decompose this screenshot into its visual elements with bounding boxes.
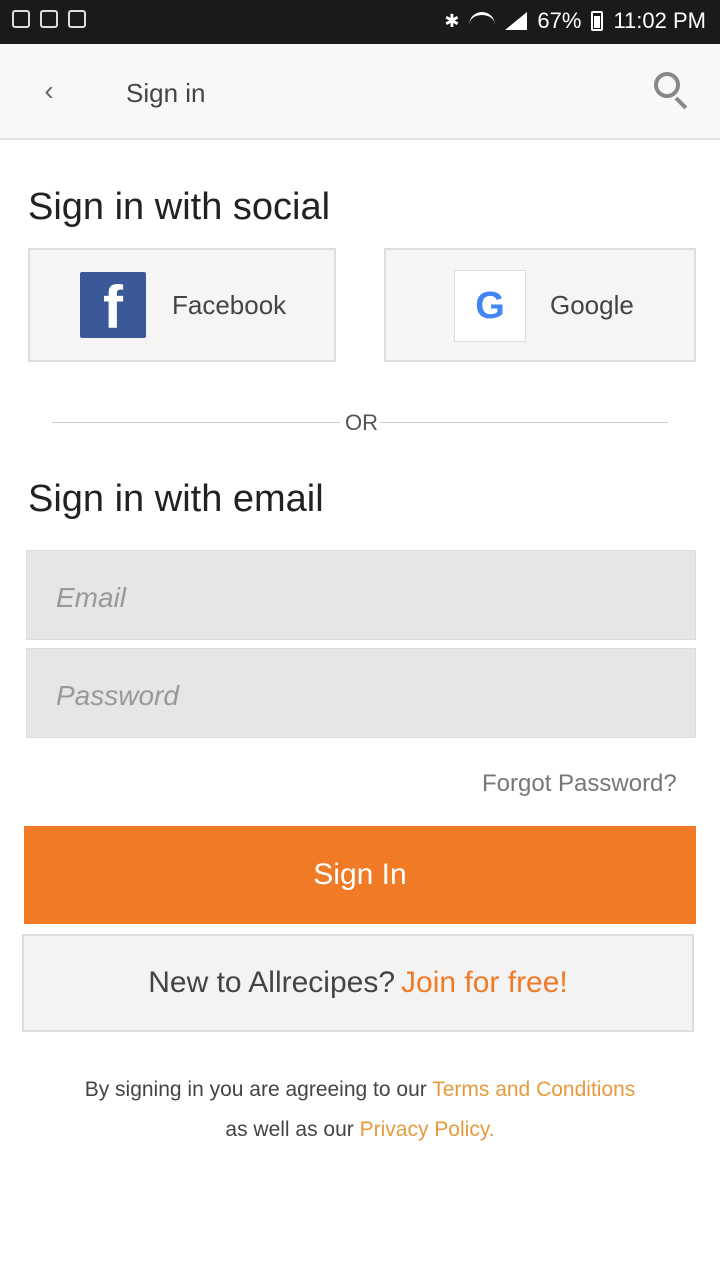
signal-icon xyxy=(505,12,528,30)
join-link[interactable]: Join for free! xyxy=(401,966,568,1000)
notification-icons xyxy=(12,10,86,28)
sign-in-label: Sign In xyxy=(313,858,407,891)
terms-prefix: By signing in you are agreeing to our xyxy=(84,1078,433,1101)
divider-line-left xyxy=(52,422,340,423)
back-icon[interactable]: ‹ xyxy=(36,74,62,108)
forgot-password-link[interactable]: Forgot Password? xyxy=(482,770,677,798)
google-button[interactable] xyxy=(384,248,696,362)
notification-icon xyxy=(40,10,58,28)
terms-middle: as well as our xyxy=(225,1118,360,1141)
battery-icon xyxy=(591,11,604,31)
search-icon[interactable] xyxy=(652,70,692,110)
password-placeholder: Password xyxy=(56,680,179,711)
clock: 11:02 PM xyxy=(613,8,706,33)
privacy-link[interactable]: Privacy Policy. xyxy=(360,1118,495,1141)
sign-in-button[interactable]: Sign In xyxy=(24,826,696,924)
notification-icon xyxy=(68,10,86,28)
app-toolbar: ‹ Sign in xyxy=(0,44,720,140)
join-button[interactable]: New to Allrecipes? Join for free! xyxy=(22,934,694,1032)
divider-line-right xyxy=(380,422,668,423)
google-icon: G xyxy=(454,270,526,342)
bluetooth-icon: ✱ xyxy=(444,10,460,31)
terms-notice: By signing in you are agreeing to our Te… xyxy=(60,1070,660,1150)
status-icons: ✱ 67% 11:02 PM xyxy=(444,8,706,34)
battery-percent: 67% xyxy=(537,8,582,33)
or-divider-text: OR xyxy=(345,410,378,435)
notification-icon xyxy=(12,10,30,28)
status-bar: ✱ 67% 11:02 PM xyxy=(0,0,720,44)
page-title: Sign in xyxy=(126,78,206,108)
google-label: Google xyxy=(550,290,634,320)
wifi-icon xyxy=(469,12,496,30)
facebook-icon: f xyxy=(80,272,146,338)
email-field[interactable] xyxy=(26,550,696,640)
facebook-label: Facebook xyxy=(172,290,287,320)
email-heading: Sign in with email xyxy=(28,478,324,520)
social-heading: Sign in with social xyxy=(28,186,331,228)
terms-link[interactable]: Terms and Conditions xyxy=(432,1078,635,1101)
join-prompt: New to Allrecipes? xyxy=(148,966,396,999)
email-placeholder: Email xyxy=(56,582,127,613)
